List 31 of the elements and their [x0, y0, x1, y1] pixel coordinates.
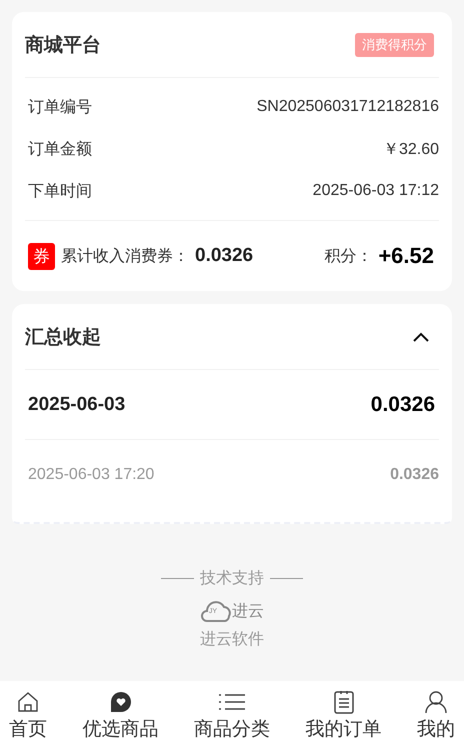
tab-bar-item[interactable]: 首页 — [9, 681, 47, 751]
tab-bar-item[interactable]: 优选商品 — [82, 681, 158, 751]
points-label: 积分： — [324, 246, 372, 266]
points-value: +6.52 — [378, 243, 434, 269]
entry-amount: 0.0326 — [390, 466, 439, 484]
field-label: 订单编号 — [28, 98, 92, 118]
home-icon — [16, 690, 40, 714]
field-value: ￥32.60 — [382, 140, 439, 160]
company-name: 进云软件 — [200, 630, 264, 650]
points-badge: 消费得积分 — [355, 32, 434, 56]
heart-chat-icon — [108, 690, 132, 714]
day-total: 0.0326 — [370, 392, 435, 416]
chevron-icon[interactable] — [412, 330, 430, 342]
clipboard-icon — [332, 690, 354, 714]
field-label: 订单金额 — [28, 140, 92, 160]
field-value: SN202506031712182816 — [256, 98, 439, 116]
support-caption: 技术支持 — [200, 568, 264, 589]
field-label: 下单时间 — [28, 182, 92, 202]
coupon-value: 0.0326 — [195, 245, 254, 267]
coupon-label: 累计收入消费券： — [61, 246, 189, 266]
entry-time: 2025-06-03 17:20 — [28, 466, 154, 484]
summary-title: 汇总收起 — [25, 326, 101, 350]
field-value: 2025-06-03 17:12 — [312, 182, 439, 200]
tab-bar-item[interactable]: 商品分类 — [194, 681, 270, 751]
day-date: 2025-06-03 — [28, 394, 126, 416]
logo-text: 进云 — [232, 602, 264, 622]
tab-bar-item[interactable]: 我的订单 — [306, 681, 382, 751]
user-icon — [424, 690, 448, 714]
tab-bar-item[interactable]: 我的 — [417, 681, 455, 751]
coupon-tag: 券 — [28, 242, 55, 270]
card-title: 商城平台 — [25, 34, 101, 58]
